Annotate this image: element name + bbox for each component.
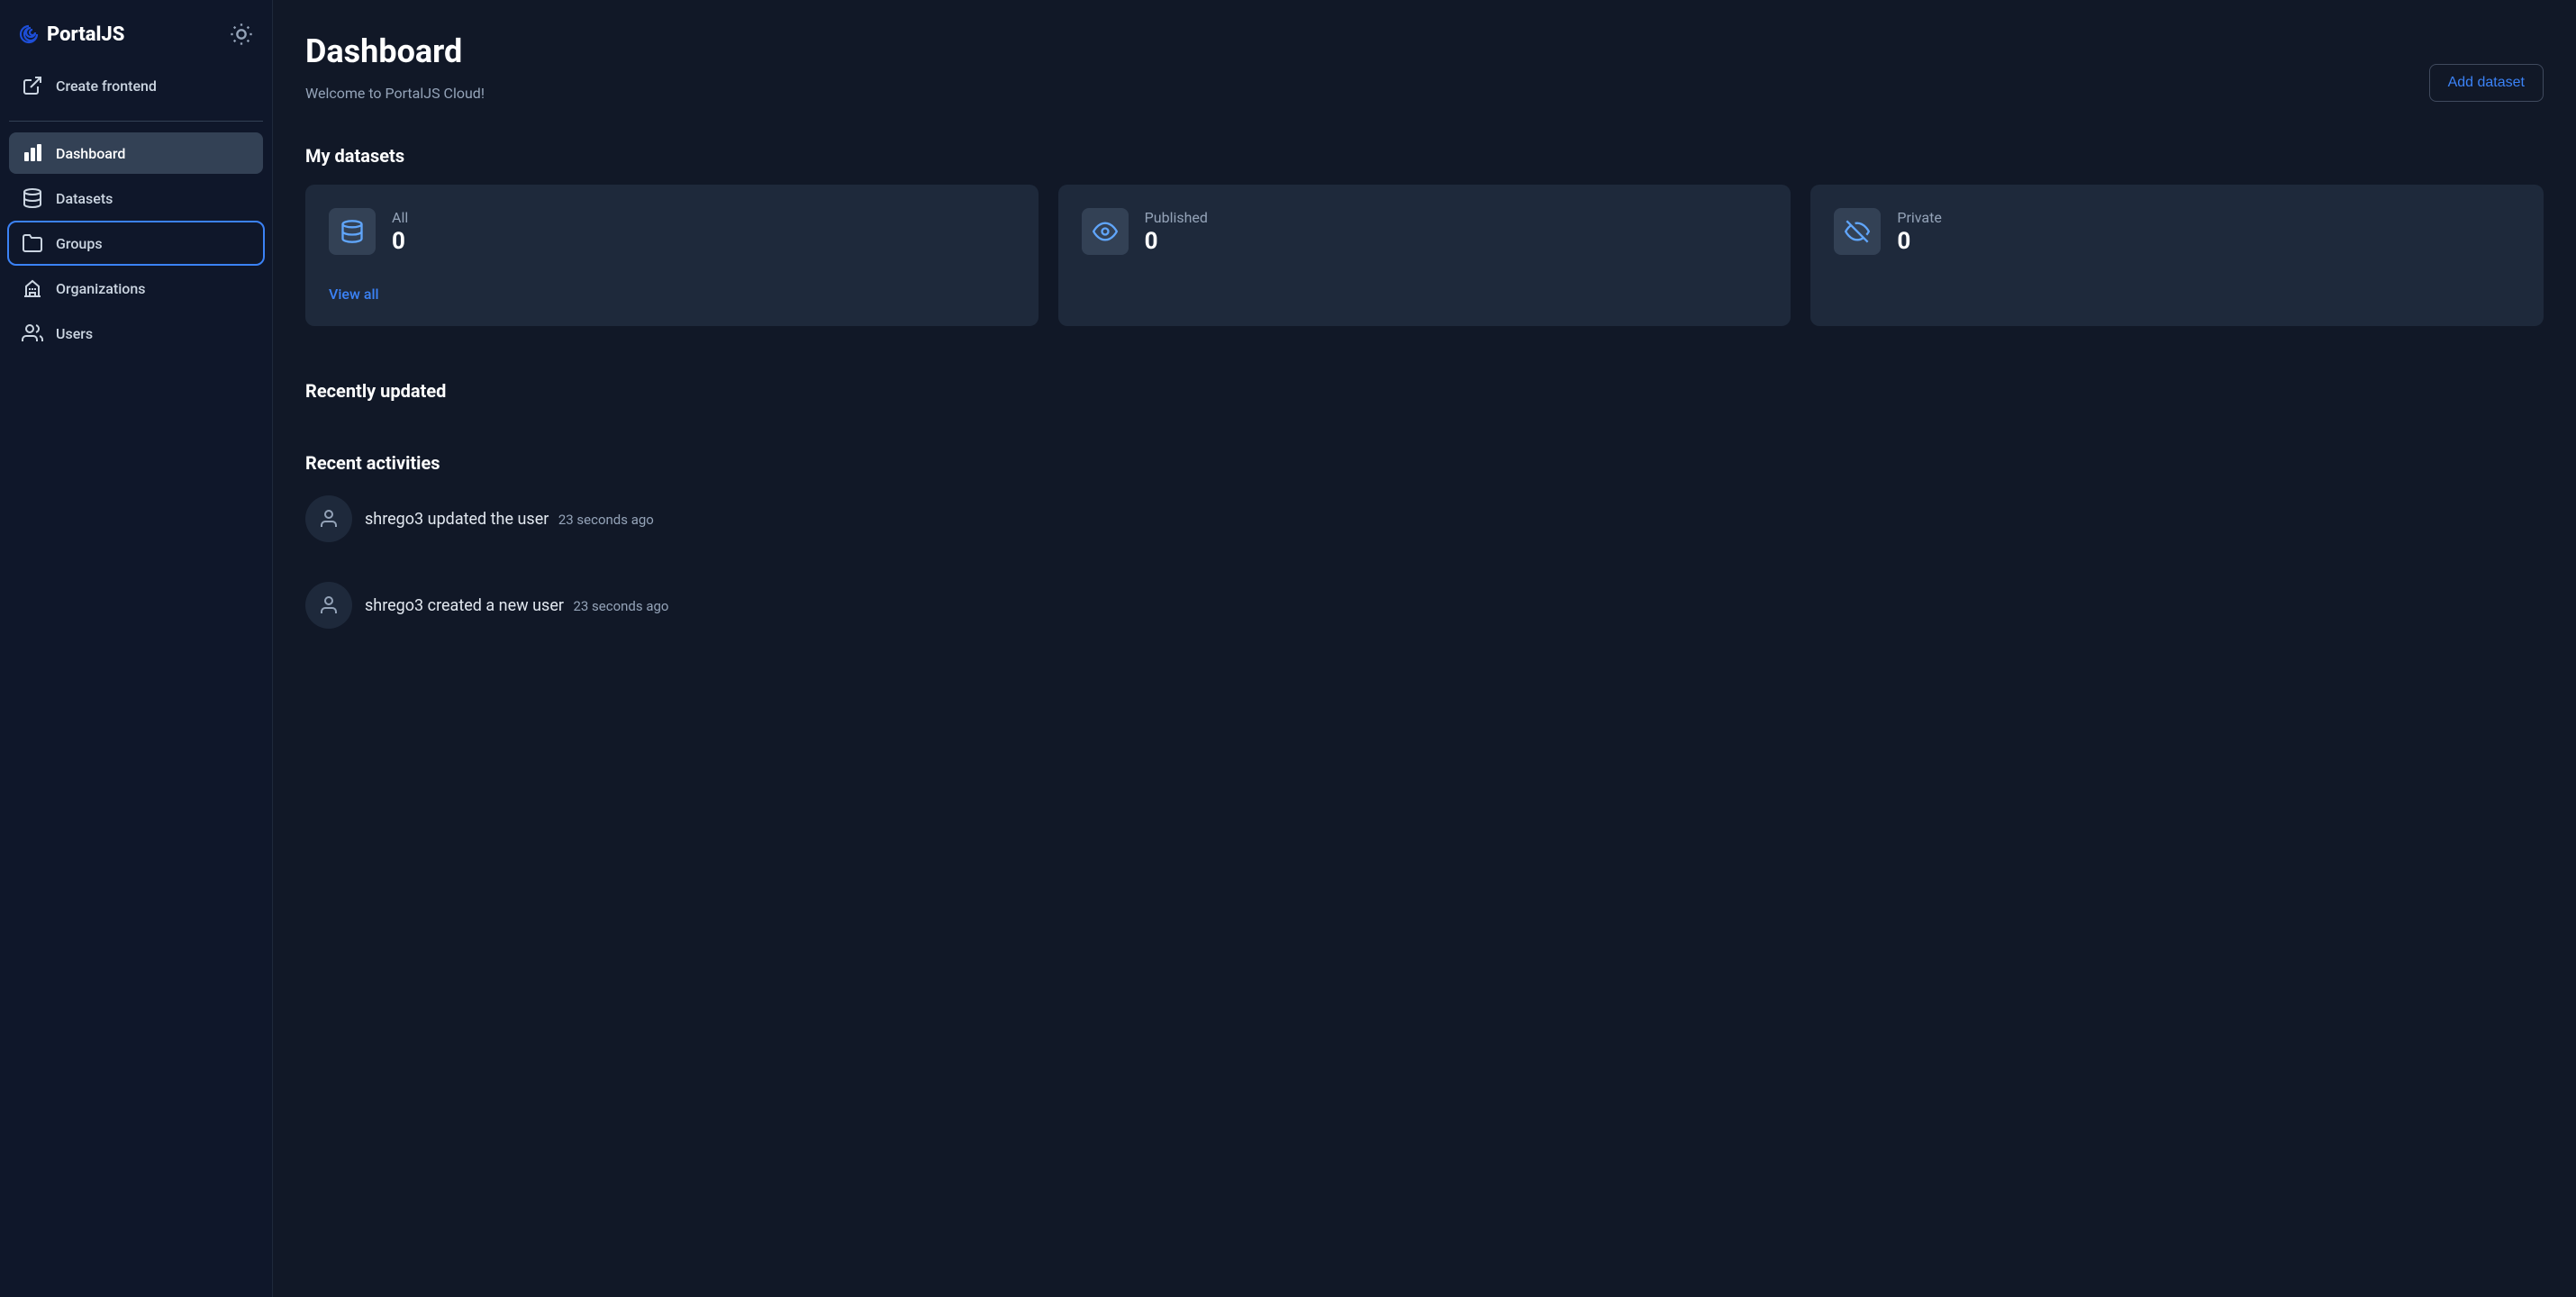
stat-value: 0 xyxy=(1897,228,1941,255)
sidebar-item-groups[interactable]: Groups xyxy=(9,222,263,264)
sidebar-top-section: Create frontend xyxy=(9,65,263,113)
page-title-block: Dashboard Welcome to PortalJS Cloud! xyxy=(305,32,485,102)
page-subtitle: Welcome to PortalJS Cloud! xyxy=(305,85,485,102)
sidebar-item-label: Datasets xyxy=(56,190,113,207)
stat-text: Published 0 xyxy=(1145,209,1208,255)
sidebar-item-create-frontend[interactable]: Create frontend xyxy=(9,65,263,106)
view-all-link[interactable]: View all xyxy=(329,286,1015,303)
eye-off-icon xyxy=(1834,208,1881,255)
stat-text: All 0 xyxy=(392,209,408,255)
stat-label: Published xyxy=(1145,209,1208,226)
building-icon xyxy=(22,277,43,299)
database-icon xyxy=(22,187,43,209)
activity-time: 23 seconds ago xyxy=(558,512,654,528)
sidebar-item-label: Create frontend xyxy=(56,77,157,95)
activity-item: shrego3 updated the user 23 seconds ago xyxy=(305,495,2544,542)
spiral-icon xyxy=(18,23,40,45)
chart-bar-icon xyxy=(22,142,43,164)
activity-actor: shrego3 xyxy=(365,510,423,529)
stat-top: All 0 xyxy=(329,208,1015,255)
sidebar-item-label: Groups xyxy=(56,235,103,252)
sidebar-nav: Dashboard Datasets Groups xyxy=(9,132,263,361)
sun-icon xyxy=(229,22,254,47)
stat-value: 0 xyxy=(392,228,408,255)
page-title: Dashboard xyxy=(305,32,485,70)
sidebar-item-datasets[interactable]: Datasets xyxy=(9,177,263,219)
stat-label: All xyxy=(392,209,408,226)
sidebar-header: PortalJS xyxy=(9,14,263,65)
logo-text: PortalJS xyxy=(47,23,124,46)
add-dataset-button[interactable]: Add dataset xyxy=(2429,64,2544,102)
section-recently-updated: Recently updated xyxy=(305,380,2544,402)
eye-icon xyxy=(1082,208,1129,255)
stat-card-private: Private 0 xyxy=(1810,185,2544,326)
logo[interactable]: PortalJS xyxy=(18,23,124,46)
activity-text: shrego3 created a new user 23 seconds ag… xyxy=(365,596,668,615)
user-avatar-icon xyxy=(305,495,352,542)
folder-icon xyxy=(22,232,43,254)
sidebar-item-dashboard[interactable]: Dashboard xyxy=(9,132,263,174)
stats-row: All 0 View all Published 0 xyxy=(305,185,2544,326)
stat-label: Private xyxy=(1897,209,1941,226)
stat-card-published: Published 0 xyxy=(1058,185,1791,326)
page-header: Dashboard Welcome to PortalJS Cloud! Add… xyxy=(305,32,2544,102)
sidebar-item-label: Organizations xyxy=(56,280,146,297)
stat-text: Private 0 xyxy=(1897,209,1941,255)
section-recent-activities: Recent activities shrego3 updated the us… xyxy=(305,452,2544,629)
stat-card-all: All 0 View all xyxy=(305,185,1039,326)
activity-item: shrego3 created a new user 23 seconds ag… xyxy=(305,582,2544,629)
sidebar-item-label: Dashboard xyxy=(56,145,125,162)
activity-action: created a new user xyxy=(428,596,564,615)
user-avatar-icon xyxy=(305,582,352,629)
users-icon xyxy=(22,322,43,344)
stat-top: Published 0 xyxy=(1082,208,1768,255)
sidebar: PortalJS xyxy=(0,0,273,1297)
activity-time: 23 seconds ago xyxy=(573,598,668,614)
external-link-icon xyxy=(22,75,43,96)
sidebar-item-users[interactable]: Users xyxy=(9,313,263,354)
sidebar-item-organizations[interactable]: Organizations xyxy=(9,268,263,309)
stat-top: Private 0 xyxy=(1834,208,2520,255)
section-title-my-datasets: My datasets xyxy=(305,145,2544,167)
activity-text: shrego3 updated the user 23 seconds ago xyxy=(365,510,654,529)
activity-actor: shrego3 xyxy=(365,596,423,615)
activity-list: shrego3 updated the user 23 seconds ago … xyxy=(305,495,2544,629)
sidebar-item-label: Users xyxy=(56,325,93,342)
sidebar-divider xyxy=(9,121,263,122)
stat-value: 0 xyxy=(1145,228,1208,255)
database-icon xyxy=(329,208,376,255)
section-title-recently-updated: Recently updated xyxy=(305,380,2544,402)
theme-toggle-button[interactable] xyxy=(229,22,254,47)
main-content: Dashboard Welcome to PortalJS Cloud! Add… xyxy=(273,0,2576,1297)
activity-action: updated the user xyxy=(428,510,549,529)
section-title-recent-activities: Recent activities xyxy=(305,452,2544,474)
